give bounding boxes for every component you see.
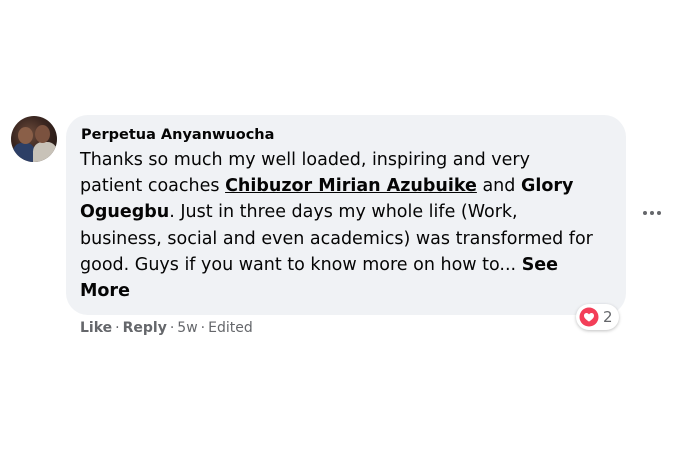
mention-link[interactable]: Glory (521, 176, 573, 196)
see-more-link[interactable]: See (522, 255, 558, 275)
reaction-count: 2 (603, 308, 613, 326)
see-more-link[interactable]: More (80, 281, 130, 301)
mention-link[interactable]: Oguegbu (80, 202, 169, 222)
mention-link[interactable]: Chibuzor Mirian Azubuike (225, 176, 477, 196)
heart-icon (579, 307, 599, 327)
comment-text: Thanks so much my well loaded, inspiring… (80, 150, 593, 302)
reaction-summary[interactable]: 2 (576, 304, 619, 330)
more-options-icon[interactable] (640, 201, 664, 225)
timestamp[interactable]: 5w (177, 320, 197, 336)
comment-author[interactable]: Perpetua Anyanwuocha (81, 127, 274, 143)
edited-label[interactable]: Edited (208, 320, 253, 336)
comment-actions: Like · Reply · 5w · Edited (80, 320, 253, 336)
comment-bubble: Perpetua Anyanwuocha Thanks so much my w… (66, 115, 626, 315)
avatar[interactable] (11, 116, 57, 162)
reply-button[interactable]: Reply (123, 320, 167, 336)
like-button[interactable]: Like (80, 320, 112, 336)
